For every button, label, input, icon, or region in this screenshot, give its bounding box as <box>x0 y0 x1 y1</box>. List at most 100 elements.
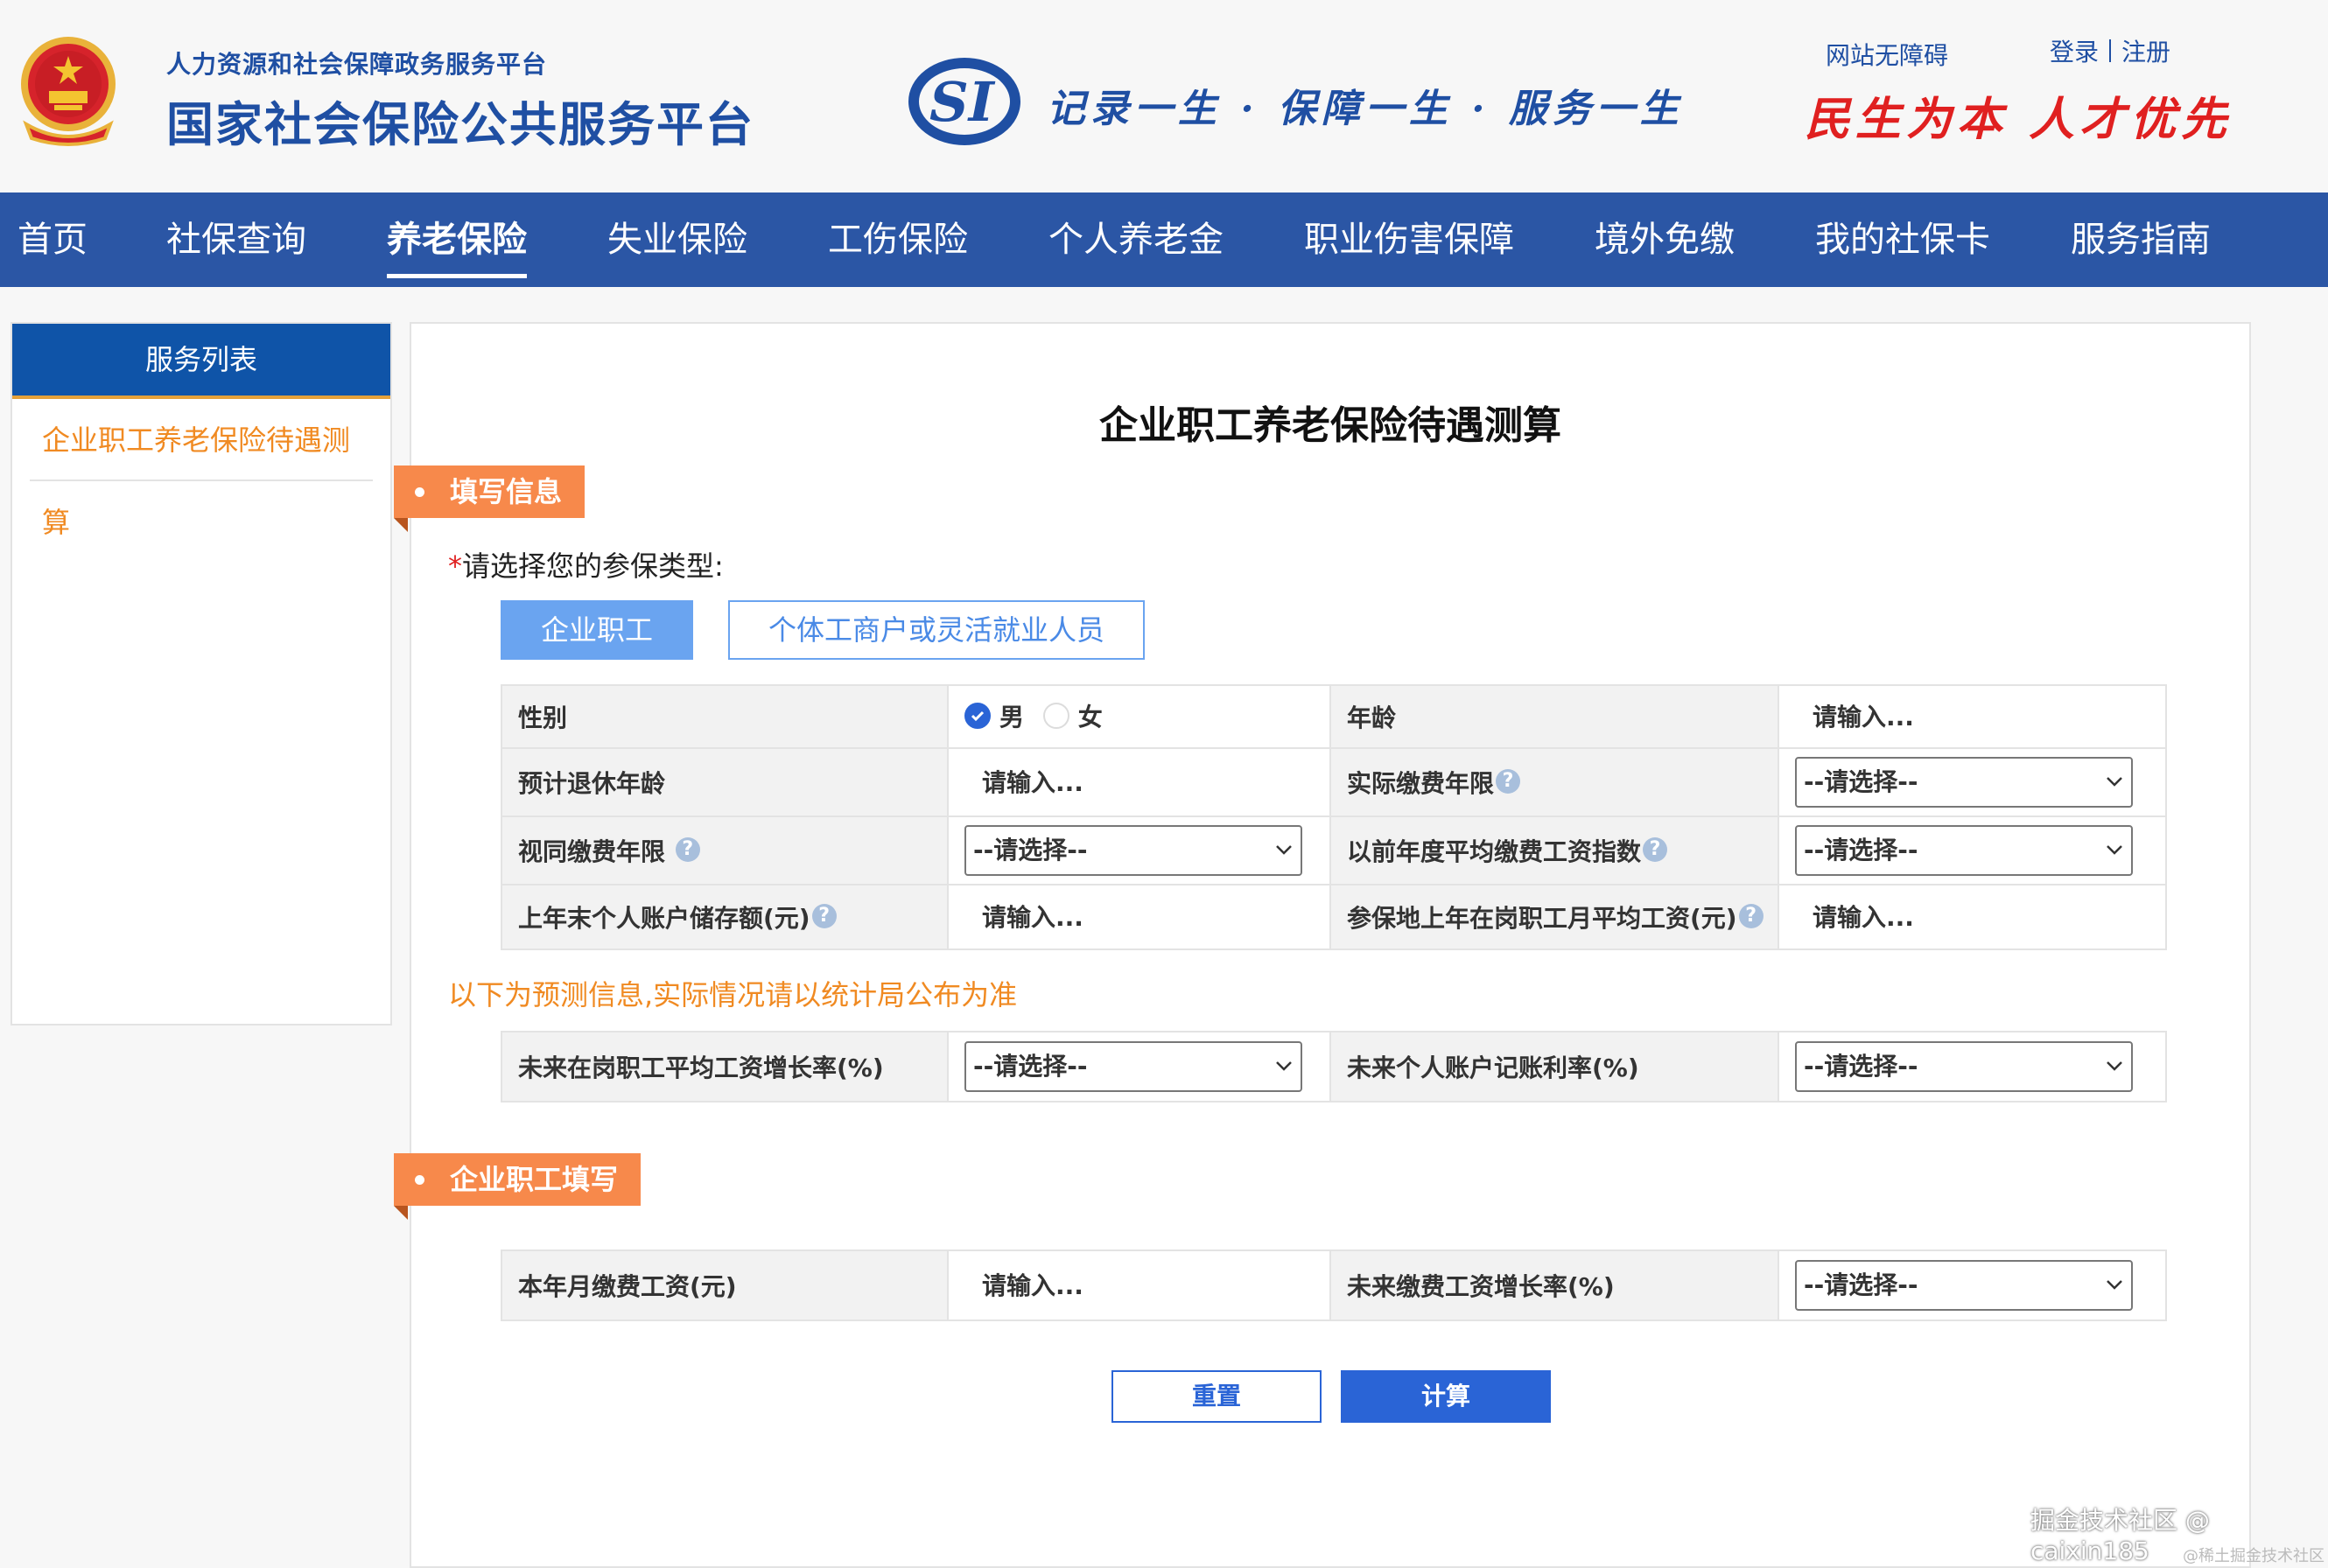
monthly-wage-cell <box>947 1250 1331 1321</box>
table-row: 视同缴费年限 ? --请选择-- 以前年度平均缴费工资指数? --请选择-- <box>501 816 2167 886</box>
main-nav: 首页 社保查询 养老保险 失业保险 工伤保险 个人养老金 职业伤害保障 境外免缴… <box>0 192 2328 287</box>
deemed-years-select[interactable]: --请选择-- <box>964 825 1302 876</box>
gender-male-radio[interactable]: 男 <box>964 698 1024 733</box>
watermark-small: @稀土掘金技术社区 <box>2183 1547 2324 1565</box>
auth-links: 登录 注册 <box>2050 33 2170 68</box>
age-input[interactable] <box>1795 702 2149 732</box>
nav-item-injury[interactable]: 工伤保险 <box>828 192 968 287</box>
future-pay-growth-cell: --请选择-- <box>1778 1250 2167 1321</box>
select-placeholder: --请选择-- <box>1804 1270 1918 1299</box>
account-balance-input[interactable] <box>964 902 1314 932</box>
nav-item-guide[interactable]: 服务指南 <box>2071 192 2211 287</box>
future-account-rate-cell: --请选择-- <box>1778 1031 2167 1102</box>
section-ribbon-employee: 企业职工填写 <box>394 1153 642 1220</box>
prev-avg-index-label-cell: 以前年度平均缴费工资指数? <box>1329 816 1779 886</box>
monthly-wage-input[interactable] <box>964 1270 1314 1300</box>
help-icon[interactable]: ? <box>675 837 700 862</box>
service-sidebar: 服务列表 企业职工养老保险待遇测算 <box>11 322 392 1026</box>
nav-item-personal-pension[interactable]: 个人养老金 <box>1048 192 1224 287</box>
radio-unchecked-icon <box>1042 703 1069 729</box>
national-emblem-icon <box>21 37 116 146</box>
insurance-type-label: *请选择您的参保类型: <box>448 544 724 584</box>
table-row: 预计退休年龄 实际缴费年限? --请选择-- <box>501 747 2167 817</box>
calculate-button[interactable]: 计算 <box>1341 1370 1551 1423</box>
local-avg-wage-input[interactable] <box>1795 902 2149 932</box>
age-cell <box>1778 684 2167 749</box>
account-balance-label: 上年末个人账户储存额(元) <box>518 904 810 933</box>
age-label: 年龄 <box>1329 684 1779 749</box>
help-icon[interactable]: ? <box>1738 904 1764 928</box>
account-balance-cell <box>947 884 1331 950</box>
type-employee-button[interactable]: 企业职工 <box>501 600 693 660</box>
select-placeholder: --请选择-- <box>1804 767 1918 796</box>
retire-age-input[interactable] <box>964 767 1314 797</box>
actual-years-cell: --请选择-- <box>1778 747 2167 817</box>
chevron-down-icon <box>2107 1280 2122 1290</box>
account-balance-label-cell: 上年末个人账户储存额(元)? <box>501 884 949 950</box>
section-ribbon-fill-info: 填写信息 <box>394 466 586 532</box>
help-icon[interactable]: ? <box>1496 769 1521 794</box>
required-mark: * <box>448 550 462 583</box>
table-row: 上年末个人账户储存额(元)? 参保地上年在岗职工月平均工资(元)? <box>501 884 2167 950</box>
accessibility-link[interactable]: 网站无障碍 <box>1826 37 1948 72</box>
nav-item-overseas-exemption[interactable]: 境外免缴 <box>1595 192 1735 287</box>
nav-item-my-card[interactable]: 我的社保卡 <box>1815 192 1990 287</box>
nav-item-pension[interactable]: 养老保险 <box>387 192 527 287</box>
actual-years-label-cell: 实际缴费年限? <box>1329 747 1779 817</box>
help-icon[interactable]: ? <box>1643 837 1668 862</box>
platform-subtitle: 人力资源和社会保障政务服务平台 <box>166 50 548 79</box>
register-link[interactable]: 注册 <box>2121 33 2170 68</box>
help-icon[interactable]: ? <box>811 904 837 928</box>
gender-field: 男 女 <box>947 684 1331 749</box>
type-flexible-button[interactable]: 个体工商户或灵活就业人员 <box>728 600 1145 660</box>
future-account-rate-label: 未来个人账户记账利率(%) <box>1329 1031 1779 1102</box>
prev-avg-index-cell: --请选择-- <box>1778 816 2167 886</box>
select-placeholder: --请选择-- <box>1804 836 1918 864</box>
gender-female-radio[interactable]: 女 <box>1042 698 1103 733</box>
gender-label: 性别 <box>501 684 949 749</box>
future-pay-growth-label: 未来缴费工资增长率(%) <box>1329 1250 1779 1321</box>
select-placeholder: --请选择-- <box>973 1052 1088 1081</box>
basic-info-table: 性别 男 女 年龄 预计退休年龄 实际缴费年限? -- <box>501 684 2167 950</box>
login-link[interactable]: 登录 <box>2050 33 2099 68</box>
forecast-note: 以下为预测信息,实际情况请以统计局公布为准 <box>448 978 1018 1012</box>
insurance-type-text: 请选择您的参保类型: <box>462 550 724 583</box>
retire-age-label: 预计退休年龄 <box>501 747 949 817</box>
employee-table: 本年月缴费工资(元) 未来缴费工资增长率(%) --请选择-- <box>501 1250 2167 1321</box>
nav-item-unemployment[interactable]: 失业保险 <box>607 192 747 287</box>
page-title: 企业职工养老保险待遇测算 <box>1099 403 1561 448</box>
local-avg-wage-label: 参保地上年在岗职工月平均工资(元) <box>1347 904 1737 933</box>
select-placeholder: --请选择-- <box>1804 1052 1918 1081</box>
deemed-years-label: 视同缴费年限 <box>518 837 666 866</box>
future-pay-growth-select[interactable]: --请选择-- <box>1795 1260 2133 1311</box>
table-row: 未来在岗职工平均工资增长率(%) --请选择-- 未来个人账户记账利率(%) -… <box>501 1031 2167 1102</box>
sidebar-heading: 服务列表 <box>12 324 390 399</box>
red-calligraphy-slogan: 民生为本 人才优先 <box>1805 93 2233 146</box>
sidebar-item-pension-calculator[interactable]: 企业职工养老保险待遇测算 <box>30 399 373 539</box>
header-slogan: 记录一生 · 保障一生 · 服务一生 <box>1047 87 1684 131</box>
chevron-down-icon <box>2107 777 2122 787</box>
reset-button[interactable]: 重置 <box>1111 1370 1322 1423</box>
chevron-down-icon <box>1276 1061 1292 1071</box>
chevron-down-icon <box>2107 1061 2122 1071</box>
actual-years-select[interactable]: --请选择-- <box>1795 757 2133 808</box>
table-row: 性别 男 女 年龄 <box>501 684 2167 749</box>
future-wage-growth-label: 未来在岗职工平均工资增长率(%) <box>501 1031 949 1102</box>
table-row: 本年月缴费工资(元) 未来缴费工资增长率(%) --请选择-- <box>501 1250 2167 1321</box>
deemed-years-label-cell: 视同缴费年限 ? <box>501 816 949 886</box>
nav-item-home[interactable]: 首页 <box>18 192 88 287</box>
nav-item-query[interactable]: 社保查询 <box>166 192 306 287</box>
chevron-down-icon <box>1276 845 1292 855</box>
deemed-years-cell: --请选择-- <box>947 816 1331 886</box>
prev-avg-index-select[interactable]: --请选择-- <box>1795 825 2133 876</box>
prev-avg-index-label: 以前年度平均缴费工资指数 <box>1347 837 1642 866</box>
local-avg-wage-label-cell: 参保地上年在岗职工月平均工资(元)? <box>1329 884 1779 950</box>
future-wage-growth-select[interactable]: --请选择-- <box>964 1041 1302 1092</box>
gender-female-label: 女 <box>1077 703 1103 732</box>
future-wage-growth-cell: --请选择-- <box>947 1031 1331 1102</box>
social-insurance-logo: SI <box>908 58 1020 145</box>
radio-checked-icon <box>964 703 991 729</box>
nav-item-occupational-injury[interactable]: 职业伤害保障 <box>1304 192 1514 287</box>
future-account-rate-select[interactable]: --请选择-- <box>1795 1041 2133 1092</box>
calculator-panel: 企业职工养老保险待遇测算 填写信息 *请选择您的参保类型: 企业职工 个体工商户… <box>394 322 2251 1568</box>
